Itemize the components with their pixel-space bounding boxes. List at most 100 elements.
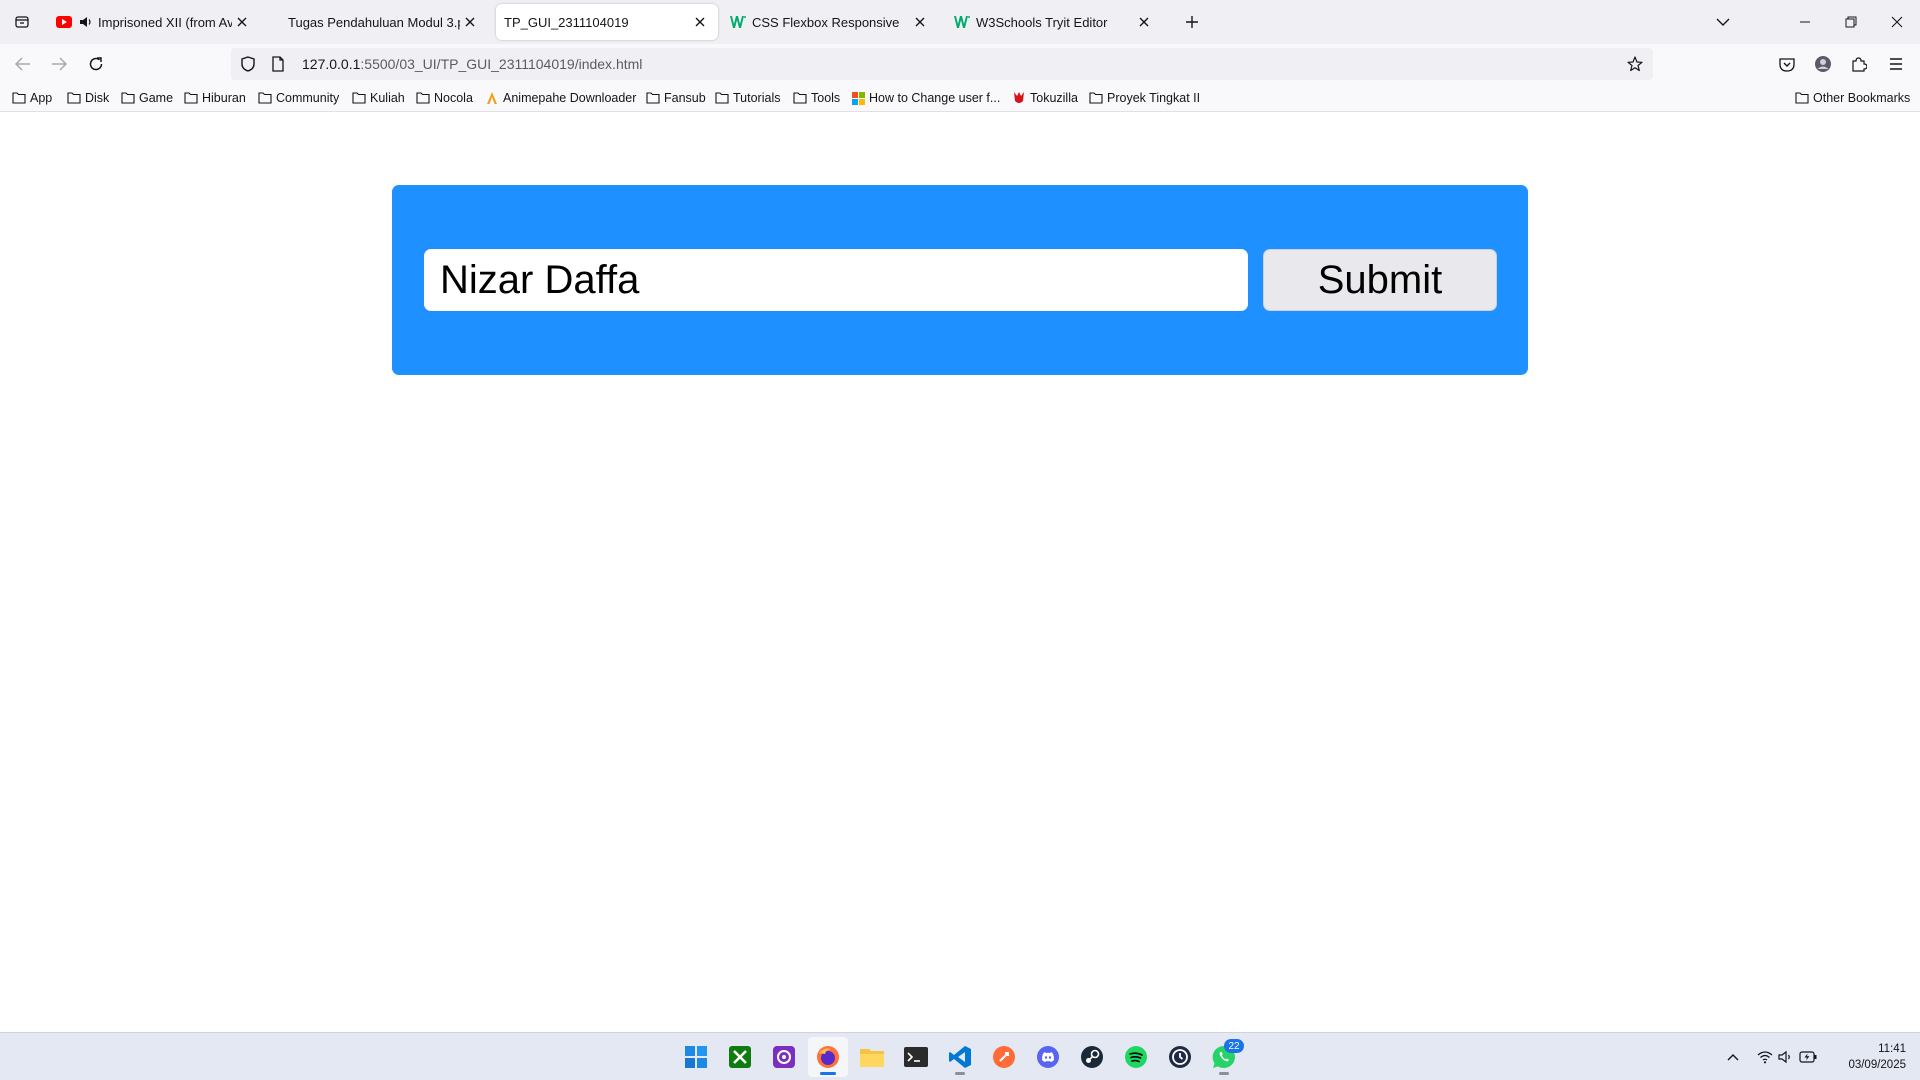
windows-start-icon <box>685 1046 707 1068</box>
close-tab-icon[interactable] <box>1134 12 1154 32</box>
bookmark-label: Hiburan <box>202 91 246 105</box>
forward-button[interactable] <box>45 50 73 78</box>
bookmark-folder-community[interactable]: Community <box>258 88 339 108</box>
close-tab-icon[interactable] <box>910 12 930 32</box>
taskbar-app-spotify[interactable] <box>1116 1037 1156 1077</box>
navigation-toolbar: 127.0.0.1:5500/03_UI/TP_GUI_2311104019/i… <box>0 44 1920 84</box>
taskbar-app-whatsapp[interactable]: 22 <box>1204 1037 1244 1077</box>
taskbar-clock[interactable]: 11:41 03/09/2025 <box>1826 1041 1906 1073</box>
show-hidden-icons-button[interactable] <box>1723 1047 1743 1067</box>
minimize-button[interactable] <box>1782 0 1828 44</box>
list-all-tabs-button[interactable] <box>1700 0 1746 44</box>
forward-arrow-icon <box>52 57 67 71</box>
tab-css-flexbox[interactable]: CSS Flexbox Responsive <box>722 4 938 40</box>
page-viewport: Submit <box>0 113 1920 1032</box>
folder-icon <box>715 91 729 105</box>
close-window-button[interactable] <box>1874 0 1920 44</box>
bookmark-folder-kuliah[interactable]: Kuliah <box>352 88 405 108</box>
new-tab-button[interactable] <box>1178 8 1206 36</box>
postman-icon <box>993 1046 1015 1068</box>
account-button[interactable] <box>1809 50 1837 78</box>
back-button[interactable] <box>9 50 37 78</box>
address-bar[interactable]: 127.0.0.1:5500/03_UI/TP_GUI_2311104019/i… <box>231 48 1653 80</box>
taskbar-app-postman[interactable] <box>984 1037 1024 1077</box>
taskbar-app-file-explorer[interactable] <box>852 1037 892 1077</box>
name-input[interactable] <box>424 249 1248 311</box>
taskbar-app-vscode[interactable] <box>940 1037 980 1077</box>
puzzle-icon <box>1852 57 1867 72</box>
pocket-button[interactable] <box>1773 50 1801 78</box>
tab-youtube[interactable]: Imprisoned XII (from Ave M <box>48 4 260 40</box>
bookmark-label: App <box>30 91 53 105</box>
start-button[interactable] <box>676 1037 716 1077</box>
gallery-icon <box>773 1046 795 1068</box>
tab-w3schools-tryit[interactable]: W3Schools Tryit Editor <box>946 4 1162 40</box>
bookmark-folder-app[interactable]: App <box>12 88 52 108</box>
taskbar-app-clock[interactable] <box>1160 1037 1200 1077</box>
taskbar-app-terminal[interactable] <box>896 1037 936 1077</box>
microsoft-icon <box>851 91 865 105</box>
volume-control[interactable] <box>1776 1047 1796 1067</box>
running-indicator <box>820 1072 836 1075</box>
folder-icon <box>1089 91 1103 105</box>
tab-strip: Imprisoned XII (from Ave M Tugas Pendahu… <box>0 0 1920 44</box>
folder-icon <box>416 91 430 105</box>
bookmark-folder-tutorials[interactable]: Tutorials <box>715 88 780 108</box>
tracking-protection-icon[interactable] <box>238 56 258 72</box>
firefox-view-icon <box>15 16 29 28</box>
bookmark-tokuzilla[interactable]: Tokuzilla <box>1012 88 1078 108</box>
chevron-up-icon <box>1727 1054 1739 1061</box>
extensions-button[interactable] <box>1845 50 1873 78</box>
network-status[interactable] <box>1755 1047 1775 1067</box>
restore-button[interactable] <box>1828 0 1874 44</box>
battery-status[interactable] <box>1798 1047 1818 1067</box>
bookmark-folder-proyek-tingkat-ii[interactable]: Proyek Tingkat II <box>1089 88 1200 108</box>
battery-charging-icon <box>1799 1051 1817 1063</box>
bookmark-star-icon[interactable] <box>1625 54 1645 74</box>
hamburger-menu-icon <box>1890 58 1902 70</box>
page-info-icon[interactable] <box>268 56 288 72</box>
tab-pdf[interactable]: Tugas Pendahuluan Modul 3.pdf <box>272 4 488 40</box>
app-menu-button[interactable] <box>1882 50 1910 78</box>
bookmark-folder-tools[interactable]: Tools <box>793 88 840 108</box>
close-tab-icon[interactable] <box>232 12 252 32</box>
steam-icon <box>1081 1046 1103 1068</box>
youtube-icon <box>56 14 72 30</box>
submit-button[interactable]: Submit <box>1263 249 1497 311</box>
bookmark-how-to-change-user[interactable]: How to Change user f... <box>851 88 1000 108</box>
bookmark-label: Fansub <box>664 91 706 105</box>
bookmark-folder-hiburan[interactable]: Hiburan <box>184 88 246 108</box>
bookmark-label: Proyek Tingkat II <box>1107 91 1201 105</box>
folder-icon <box>184 91 198 105</box>
avatar-icon <box>1815 56 1831 72</box>
firefox-view-button[interactable] <box>8 8 36 36</box>
bookmark-label: Nocola <box>434 91 473 105</box>
reload-button[interactable] <box>82 50 110 78</box>
folder-icon <box>258 91 272 105</box>
form-container: Submit <box>392 185 1528 375</box>
tab-title: W3Schools Tryit Editor <box>976 14 1108 30</box>
folder-icon <box>646 91 660 105</box>
other-bookmarks-folder[interactable]: Other Bookmarks <box>1795 88 1910 108</box>
bookmark-label: Community <box>276 91 340 105</box>
close-tab-icon[interactable] <box>460 12 480 32</box>
bookmark-folder-disk[interactable]: Disk <box>67 88 109 108</box>
bookmark-folder-fansub[interactable]: Fansub <box>646 88 706 108</box>
tab-active-page[interactable]: TP_GUI_2311104019 <box>496 4 718 40</box>
bookmarks-toolbar: App Disk Game Hiburan Community Kuliah N… <box>0 84 1920 112</box>
taskbar-app-firefox[interactable] <box>808 1037 848 1077</box>
discord-icon <box>1037 1046 1059 1068</box>
bookmark-folder-game[interactable]: Game <box>121 88 173 108</box>
taskbar-app-xbox[interactable] <box>720 1037 760 1077</box>
xbox-icon <box>729 1046 751 1068</box>
taskbar-app-gallery[interactable] <box>764 1037 804 1077</box>
audio-playing-icon[interactable] <box>78 14 94 30</box>
bookmark-folder-nocola[interactable]: Nocola <box>416 88 473 108</box>
bookmark-animepahe-downloader[interactable]: Animepahe Downloader <box>485 88 636 108</box>
taskbar-app-steam[interactable] <box>1072 1037 1112 1077</box>
bookmark-label: Tools <box>811 91 841 105</box>
close-tab-icon[interactable] <box>690 12 710 32</box>
notification-badge: 22 <box>1224 1039 1244 1053</box>
taskbar-app-discord[interactable] <box>1028 1037 1068 1077</box>
bookmark-label: Other Bookmarks <box>1813 91 1911 105</box>
